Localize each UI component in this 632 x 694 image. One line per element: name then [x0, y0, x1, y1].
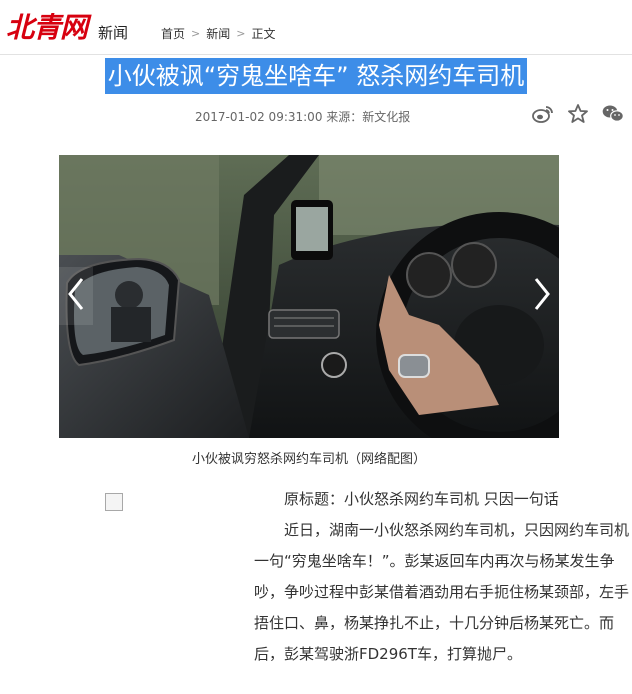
breadcrumb-separator: >	[191, 27, 201, 40]
breadcrumb-news[interactable]: 新闻	[206, 25, 230, 42]
wechat-icon[interactable]	[602, 104, 624, 123]
site-header: 北青网 新闻 首页 > 新闻 > 正文	[0, 0, 632, 55]
section-title[interactable]: 新闻	[98, 22, 128, 43]
star-icon[interactable]	[568, 104, 588, 123]
next-image-button[interactable]	[525, 267, 559, 325]
weibo-icon[interactable]	[532, 105, 554, 123]
broken-image-icon	[105, 493, 123, 511]
breadcrumb: 首页 > 新闻 > 正文	[161, 25, 275, 42]
title-container: 小伙被讽“穷鬼坐啥车” 怒杀网约车司机	[0, 58, 632, 94]
article-paragraph: 近日，湖南一小伙怒杀网约车司机，只因网约车司机一句“穷鬼坐啥车！”。彭某返回车内…	[254, 521, 630, 663]
breadcrumb-current: 正文	[251, 27, 276, 41]
breadcrumb-home[interactable]: 首页	[161, 25, 185, 42]
article-title: 小伙被讽“穷鬼坐啥车” 怒杀网约车司机	[104, 58, 528, 94]
image-caption: 小伙被讽穷怒杀网约车司机（网络配图）	[191, 452, 426, 467]
breadcrumb-separator: >	[236, 27, 246, 40]
article-body: 原标题：小伙怒杀网约车司机 只因一句话 近日，湖南一小伙怒杀网约车司机，只因网约…	[254, 484, 630, 670]
chevron-left-icon	[67, 277, 85, 315]
car-interior-image	[59, 155, 559, 438]
site-logo[interactable]: 北青网	[6, 6, 88, 46]
share-bar	[532, 104, 624, 123]
article-photo	[59, 155, 559, 438]
original-title-paragraph: 原标题：小伙怒杀网约车司机 只因一句话	[284, 490, 559, 508]
article-meta: 2017-01-02 09:31:00 来源：新文化报	[195, 110, 411, 124]
chevron-right-icon	[533, 277, 551, 315]
previous-image-button[interactable]	[59, 267, 93, 325]
